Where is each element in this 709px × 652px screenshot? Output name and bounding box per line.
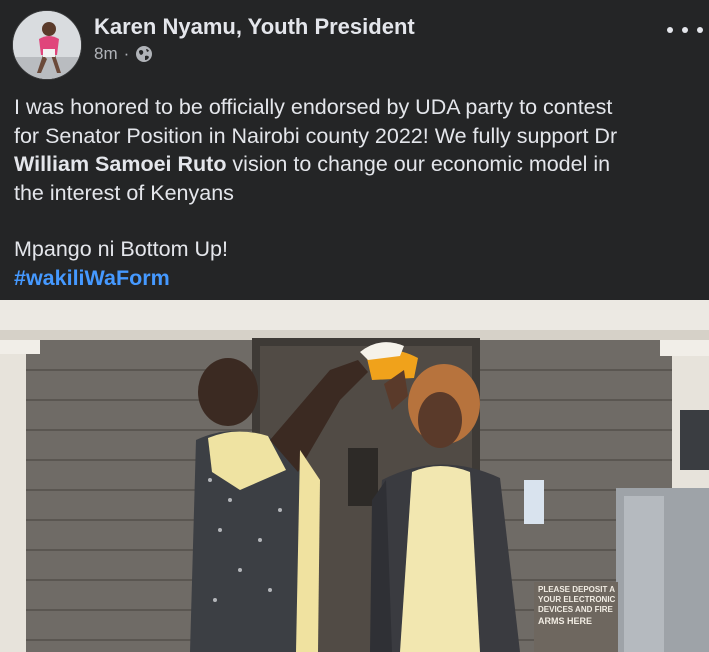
svg-text:ARMS HERE: ARMS HERE xyxy=(538,616,592,626)
svg-text:YOUR ELECTRONIC: YOUR ELECTRONIC xyxy=(538,595,616,604)
post-text-line: William Samoei Ruto vision to change our… xyxy=(14,152,611,176)
meta-separator: · xyxy=(123,44,130,63)
mention-name: William Samoei Ruto xyxy=(14,152,227,176)
post-text-line: for Senator Position in Nairobi county 2… xyxy=(14,123,618,148)
post-time[interactable]: 8m xyxy=(94,44,118,64)
more-options-icon[interactable] xyxy=(667,18,703,42)
hashtag-link[interactable]: #wakiliWaForm xyxy=(14,264,704,293)
svg-text:DEVICES AND FIRE: DEVICES AND FIRE xyxy=(538,605,613,614)
facebook-post: Karen Nyamu, Youth President 8m · I was … xyxy=(0,0,709,652)
author-name[interactable]: Karen Nyamu, Youth President xyxy=(94,14,415,40)
post-photo[interactable]: PLEASE DEPOSIT A YOUR ELECTRONIC DEVICES… xyxy=(0,300,709,652)
post-header: Karen Nyamu, Youth President 8m · xyxy=(0,0,709,90)
post-text-line: the interest of Kenyans xyxy=(14,180,234,205)
svg-text:PLEASE DEPOSIT A: PLEASE DEPOSIT A xyxy=(538,585,615,594)
post-text-line: I was honored to be officially endorsed … xyxy=(14,95,613,119)
post-text: I was honored to be officially endorsed … xyxy=(14,93,704,292)
avatar[interactable] xyxy=(12,10,82,80)
post-meta: 8m · xyxy=(94,44,153,64)
post-text-line: Mpango ni Bottom Up! xyxy=(14,237,228,261)
globe-icon xyxy=(135,45,153,63)
